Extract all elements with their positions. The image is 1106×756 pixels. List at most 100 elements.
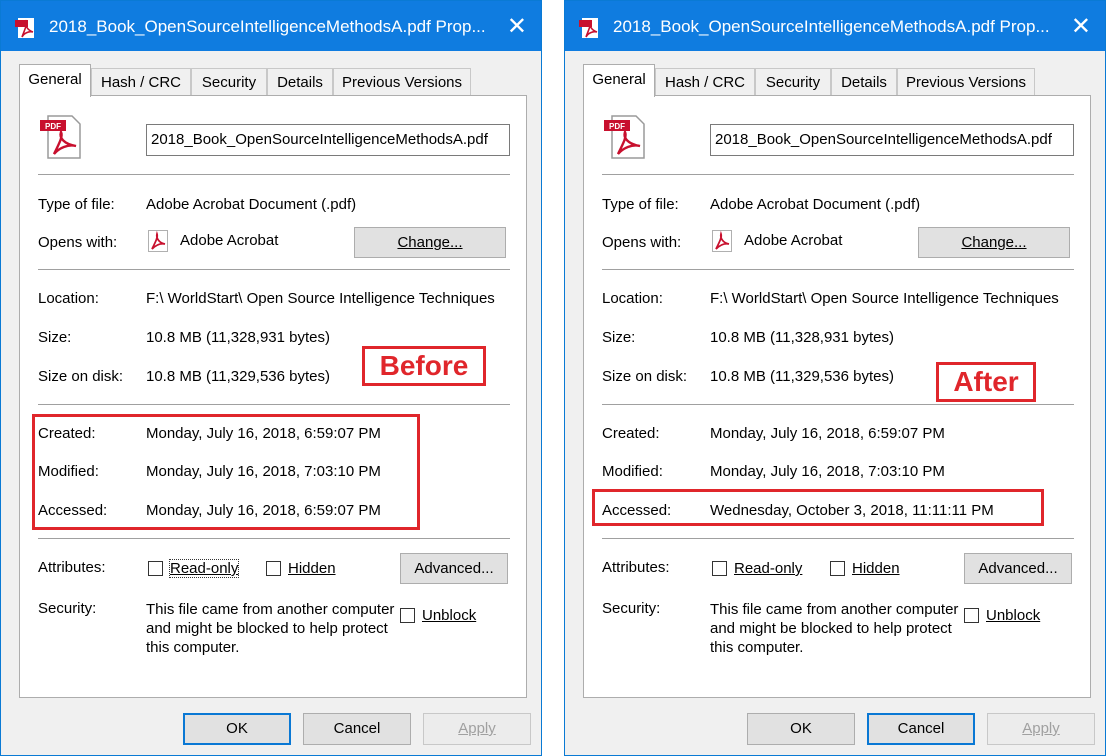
security-message: This file came from another computer and…	[710, 601, 959, 656]
advanced-button-label: Advanced...	[414, 560, 494, 577]
hidden-label-text: Hidden	[288, 560, 336, 577]
readonly-label-text: Read-only	[734, 560, 803, 577]
adobe-acrobat-icon	[712, 230, 732, 252]
size-label: Size:	[602, 329, 636, 346]
opens-with-value: Adobe Acrobat	[744, 232, 843, 249]
location-label: Location:	[602, 290, 663, 307]
hidden-checkbox[interactable]	[830, 561, 845, 576]
svg-text:PDF: PDF	[45, 122, 61, 131]
after-callout: After	[936, 362, 1036, 402]
change-button[interactable]: Change...	[354, 227, 506, 258]
tab-security[interactable]: Security	[191, 68, 267, 95]
advanced-button-label: Advanced...	[978, 560, 1058, 577]
properties-dialog-after: 2018_Book_OpenSourceIntelligenceMethodsA…	[564, 0, 1106, 756]
advanced-button[interactable]: Advanced...	[964, 553, 1072, 584]
separator	[602, 269, 1074, 270]
ok-button[interactable]: OK	[747, 713, 855, 745]
created-label: Created:	[602, 425, 660, 442]
cancel-button[interactable]: Cancel	[867, 713, 975, 745]
ok-button[interactable]: OK	[183, 713, 291, 745]
tab-previous-versions[interactable]: Previous Versions	[897, 68, 1035, 95]
apply-button-label: Apply	[458, 720, 496, 737]
separator	[602, 538, 1074, 539]
readonly-checkbox[interactable]	[712, 561, 727, 576]
hidden-label-text: Hidden	[852, 560, 900, 577]
size-label: Size:	[38, 329, 72, 346]
before-callout: Before	[362, 346, 486, 386]
change-button-label: Change...	[397, 234, 463, 251]
tab-general[interactable]: General	[19, 64, 91, 97]
hidden-label[interactable]: Hidden	[852, 560, 900, 577]
readonly-label[interactable]: Read-only	[168, 559, 240, 578]
size-value: 10.8 MB (11,328,931 bytes)	[710, 329, 894, 346]
separator	[38, 269, 510, 270]
general-panel: PDF 2018_Book_OpenSourceIntelligenceMeth…	[583, 95, 1091, 698]
modified-value: Monday, July 16, 2018, 7:03:10 PM	[710, 463, 945, 480]
apply-button[interactable]: Apply	[423, 713, 531, 745]
separator	[38, 174, 510, 175]
adobe-acrobat-icon	[148, 230, 168, 252]
opens-with-label: Opens with:	[38, 234, 118, 251]
title-bar: 2018_Book_OpenSourceIntelligenceMethodsA…	[1, 1, 541, 51]
separator	[602, 174, 1074, 175]
hidden-label[interactable]: Hidden	[288, 560, 336, 577]
change-button[interactable]: Change...	[918, 227, 1070, 258]
modified-label: Modified:	[602, 463, 663, 480]
size-value: 10.8 MB (11,328,931 bytes)	[146, 329, 330, 346]
size-on-disk-value: 10.8 MB (11,329,536 bytes)	[710, 368, 894, 385]
filename-field[interactable]: 2018_Book_OpenSourceIntelligenceMethodsA…	[710, 124, 1074, 156]
apply-button-label: Apply	[1022, 720, 1060, 737]
location-value: F:\ WorldStart\ Open Source Intelligence…	[710, 290, 1059, 307]
pdf-file-icon	[15, 18, 34, 38]
location-label: Location:	[38, 290, 99, 307]
type-label: Type of file:	[38, 196, 115, 213]
unblock-checkbox[interactable]	[964, 608, 979, 623]
separator	[38, 404, 510, 405]
type-label: Type of file:	[602, 196, 679, 213]
pdf-file-icon: PDF	[604, 115, 645, 159]
hidden-checkbox[interactable]	[266, 561, 281, 576]
filename-field[interactable]: 2018_Book_OpenSourceIntelligenceMethodsA…	[146, 124, 510, 156]
change-button-label: Change...	[961, 234, 1027, 251]
tab-hash-crc[interactable]: Hash / CRC	[655, 68, 755, 95]
tab-hash-crc[interactable]: Hash / CRC	[91, 68, 191, 95]
readonly-label[interactable]: Read-only	[734, 560, 802, 577]
opens-with-value: Adobe Acrobat	[180, 232, 279, 249]
svg-text:PDF: PDF	[609, 122, 625, 131]
window-title: 2018_Book_OpenSourceIntelligenceMethodsA…	[49, 17, 486, 36]
pdf-file-icon	[579, 18, 598, 38]
tab-previous-versions[interactable]: Previous Versions	[333, 68, 471, 95]
unblock-checkbox[interactable]	[400, 608, 415, 623]
tab-general[interactable]: General	[583, 64, 655, 97]
tab-details[interactable]: Details	[831, 68, 897, 95]
advanced-button[interactable]: Advanced...	[400, 553, 508, 584]
security-label: Security:	[602, 600, 661, 617]
general-panel: PDF 2018_Book_OpenSourceIntelligenceMeth…	[19, 95, 527, 698]
type-value: Adobe Acrobat Document (.pdf)	[710, 196, 921, 213]
properties-dialog-before: 2018_Book_OpenSourceIntelligenceMethodsA…	[0, 0, 542, 756]
attributes-label: Attributes:	[38, 559, 106, 576]
attributes-label: Attributes:	[602, 559, 670, 576]
size-on-disk-value: 10.8 MB (11,329,536 bytes)	[146, 368, 330, 385]
size-on-disk-label: Size on disk:	[602, 368, 688, 385]
title-bar: 2018_Book_OpenSourceIntelligenceMethodsA…	[565, 1, 1105, 51]
pdf-file-icon: PDF	[40, 115, 81, 159]
separator	[38, 538, 510, 539]
cancel-button[interactable]: Cancel	[303, 713, 411, 745]
unblock-label[interactable]: Unblock	[986, 607, 1040, 624]
close-icon[interactable]: ✕	[1071, 11, 1091, 41]
security-label: Security:	[38, 600, 97, 617]
location-value: F:\ WorldStart\ Open Source Intelligence…	[146, 290, 495, 307]
type-value: Adobe Acrobat Document (.pdf)	[146, 196, 357, 213]
tab-details[interactable]: Details	[267, 68, 333, 95]
created-value: Monday, July 16, 2018, 6:59:07 PM	[710, 425, 945, 442]
close-icon[interactable]: ✕	[507, 11, 527, 41]
accessed-highlight-box	[592, 489, 1044, 526]
size-on-disk-label: Size on disk:	[38, 368, 124, 385]
apply-button[interactable]: Apply	[987, 713, 1095, 745]
opens-with-label: Opens with:	[602, 234, 682, 251]
tab-security[interactable]: Security	[755, 68, 831, 95]
window-title: 2018_Book_OpenSourceIntelligenceMethodsA…	[613, 17, 1050, 36]
readonly-checkbox[interactable]	[148, 561, 163, 576]
unblock-label[interactable]: Unblock	[422, 607, 476, 624]
